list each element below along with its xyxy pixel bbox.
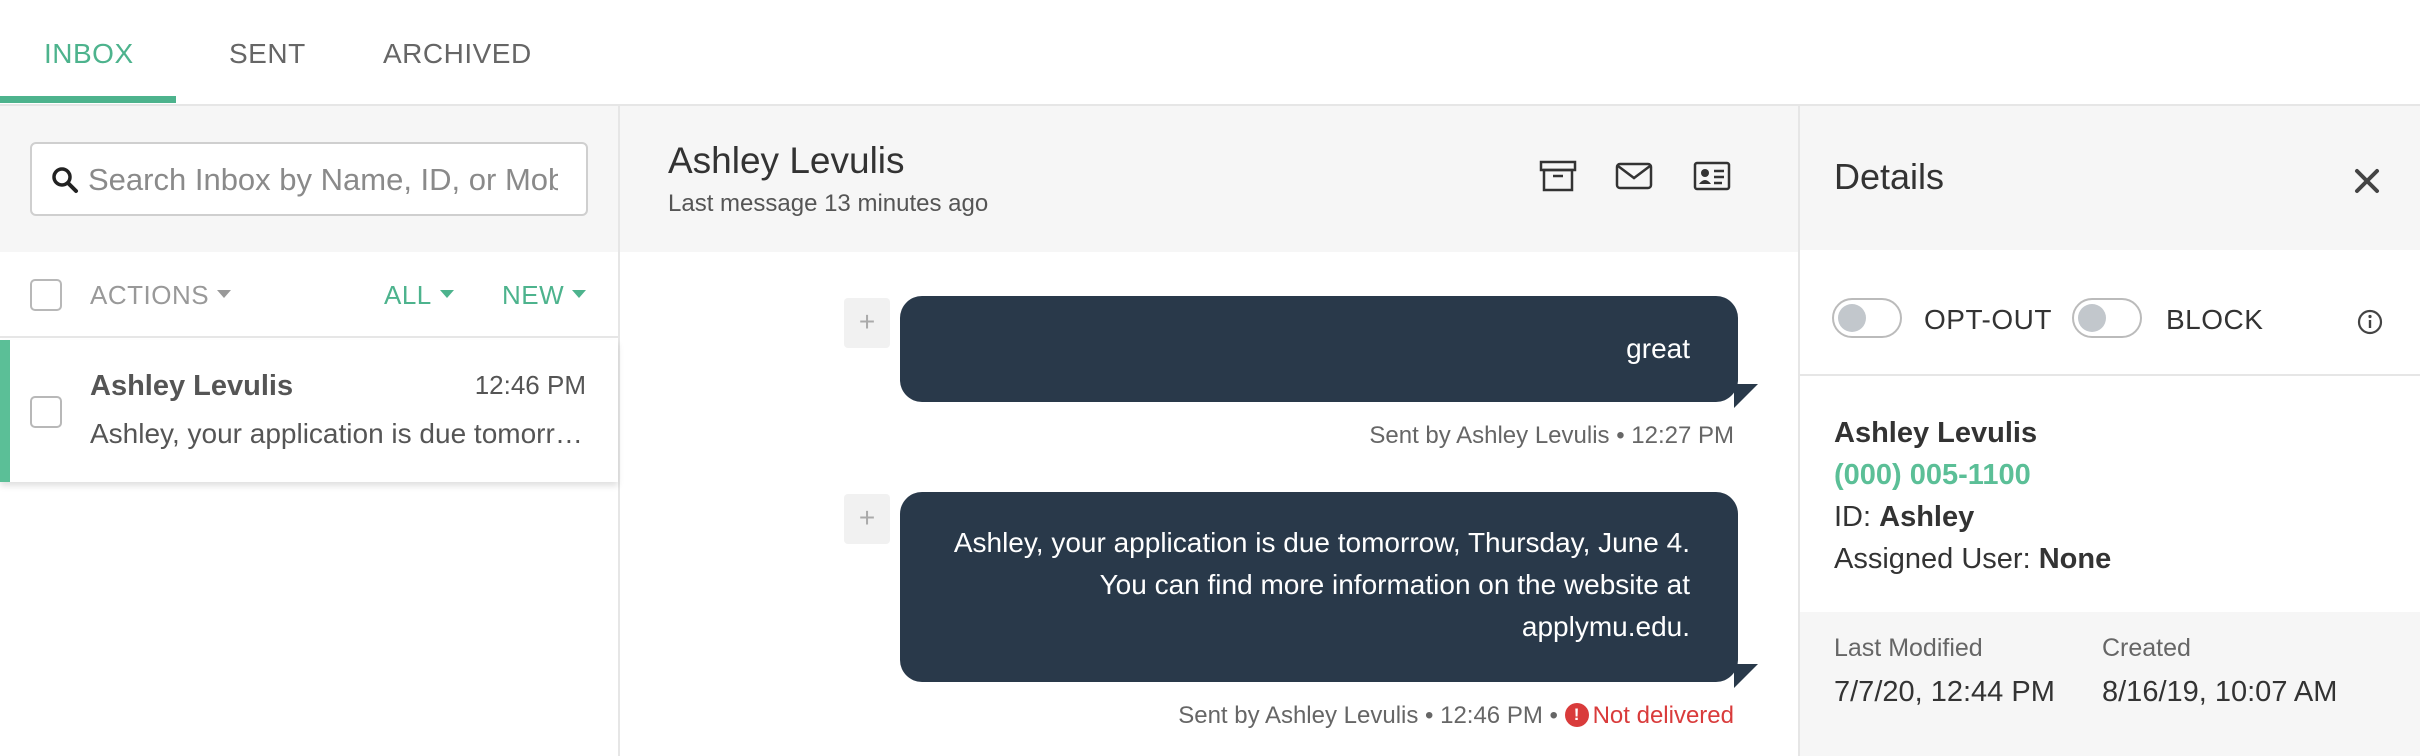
search-box[interactable] xyxy=(30,142,588,216)
caret-down-icon xyxy=(217,290,232,299)
details-header: Details xyxy=(1800,106,2420,250)
delivery-status: Not delivered xyxy=(1592,702,1734,729)
actions-dropdown[interactable]: ACTIONS xyxy=(90,280,232,311)
conversation-checkbox[interactable] xyxy=(30,396,62,428)
search-area xyxy=(0,106,618,252)
message-bubble: Ashley, your application is due tomorrow… xyxy=(900,492,1738,682)
message-text: great xyxy=(1626,333,1690,364)
block-label: BLOCK xyxy=(2166,304,2264,335)
contact-card-icon[interactable] xyxy=(1692,158,1732,194)
active-tab-indicator xyxy=(0,96,176,103)
tab-sent[interactable]: SENT xyxy=(229,38,306,70)
details-title: Details xyxy=(1834,156,1945,197)
toggle-row: OPT-OUT BLOCK xyxy=(1800,250,2420,376)
last-modified-label: Last Modified xyxy=(1834,634,1983,662)
conversation-list-panel: ACTIONS ALL NEW Ashley Levulis 12:46 PM … xyxy=(0,106,620,756)
id-value: Ashley xyxy=(1879,501,1975,533)
search-input[interactable] xyxy=(88,158,558,202)
details-panel: Details OPT-OUT BLOCK Ashley Levulis (00… xyxy=(1800,106,2420,756)
conversation-preview: Ashley, your application is due tomorrow… xyxy=(90,418,590,449)
details-contact-name: Ashley Levulis xyxy=(1834,417,2038,449)
close-icon[interactable] xyxy=(2352,166,2382,196)
filter-new-label: NEW xyxy=(502,280,565,310)
assigned-label: Assigned User: xyxy=(1834,543,2031,575)
opt-out-toggle[interactable] xyxy=(1832,298,1902,338)
caret-down-icon xyxy=(439,290,454,299)
details-id-row: ID: Ashley xyxy=(1834,496,2111,538)
last-modified-value: 7/7/20, 12:44 PM xyxy=(1834,676,2055,708)
created-value: 8/16/19, 10:07 AM xyxy=(2102,676,2338,708)
opt-out-label: OPT-OUT xyxy=(1924,304,2052,335)
last-message-status: Last message 13 minutes ago xyxy=(668,190,989,217)
tab-inbox[interactable]: INBOX xyxy=(44,38,134,70)
message-meta: Sent by Ashley Levulis • 12:46 PM • xyxy=(1178,702,1558,729)
caret-down-icon xyxy=(572,290,587,299)
message-add-button[interactable]: + xyxy=(844,494,890,544)
dates-section: Last Modified 7/7/20, 12:44 PM Created 8… xyxy=(1800,612,2420,756)
error-icon: ! xyxy=(1564,702,1589,727)
created-label: Created xyxy=(2102,634,2191,662)
conversation-name: Ashley Levulis xyxy=(90,370,294,402)
thread-contact-name: Ashley Levulis xyxy=(668,140,905,181)
bubble-tail xyxy=(1734,664,1758,688)
tab-bar: INBOX SENT ARCHIVED xyxy=(0,0,2420,106)
assigned-value: None xyxy=(2038,543,2112,575)
message-thread-panel: Ashley Levulis Last message 13 minutes a… xyxy=(620,106,1800,756)
envelope-icon[interactable] xyxy=(1614,158,1654,194)
message-bubble: great xyxy=(900,296,1738,402)
selected-indicator xyxy=(0,340,10,482)
filter-all-dropdown[interactable]: ALL xyxy=(384,280,454,311)
contact-info: Ashley Levulis (000) 005-1100 ID: Ashley… xyxy=(1834,412,2111,580)
toggle-knob xyxy=(2078,304,2106,332)
search-icon xyxy=(52,167,78,193)
conversation-time: 12:46 PM xyxy=(474,370,586,400)
id-label: ID: xyxy=(1834,501,1872,533)
details-phone[interactable]: (000) 005-1100 xyxy=(1834,454,2111,496)
archive-icon[interactable] xyxy=(1538,158,1578,194)
filter-new-dropdown[interactable]: NEW xyxy=(502,280,587,311)
message-meta-row: Sent by Ashley Levulis • 12:46 PM • ! Not… xyxy=(1178,702,1734,730)
message-add-button[interactable]: + xyxy=(844,298,890,348)
thread-header: Ashley Levulis Last message 13 minutes a… xyxy=(620,106,1798,252)
list-actions-bar: ACTIONS ALL NEW xyxy=(0,252,618,338)
filter-all-label: ALL xyxy=(384,280,432,310)
info-icon[interactable] xyxy=(2356,308,2384,336)
message-text: Ashley, your application is due tomorrow… xyxy=(953,527,1690,642)
toggle-knob xyxy=(1838,304,1866,332)
message-meta: Sent by Ashley Levulis • 12:27 PM xyxy=(1369,422,1734,449)
select-all-checkbox[interactable] xyxy=(30,279,62,311)
block-toggle[interactable] xyxy=(2072,298,2142,338)
list-item[interactable]: Ashley Levulis 12:46 PM Ashley, your app… xyxy=(0,340,618,482)
actions-label: ACTIONS xyxy=(90,280,210,310)
details-assigned-row: Assigned User: None xyxy=(1834,538,2111,580)
bubble-tail xyxy=(1734,384,1758,408)
tab-archived[interactable]: ARCHIVED xyxy=(383,38,532,70)
